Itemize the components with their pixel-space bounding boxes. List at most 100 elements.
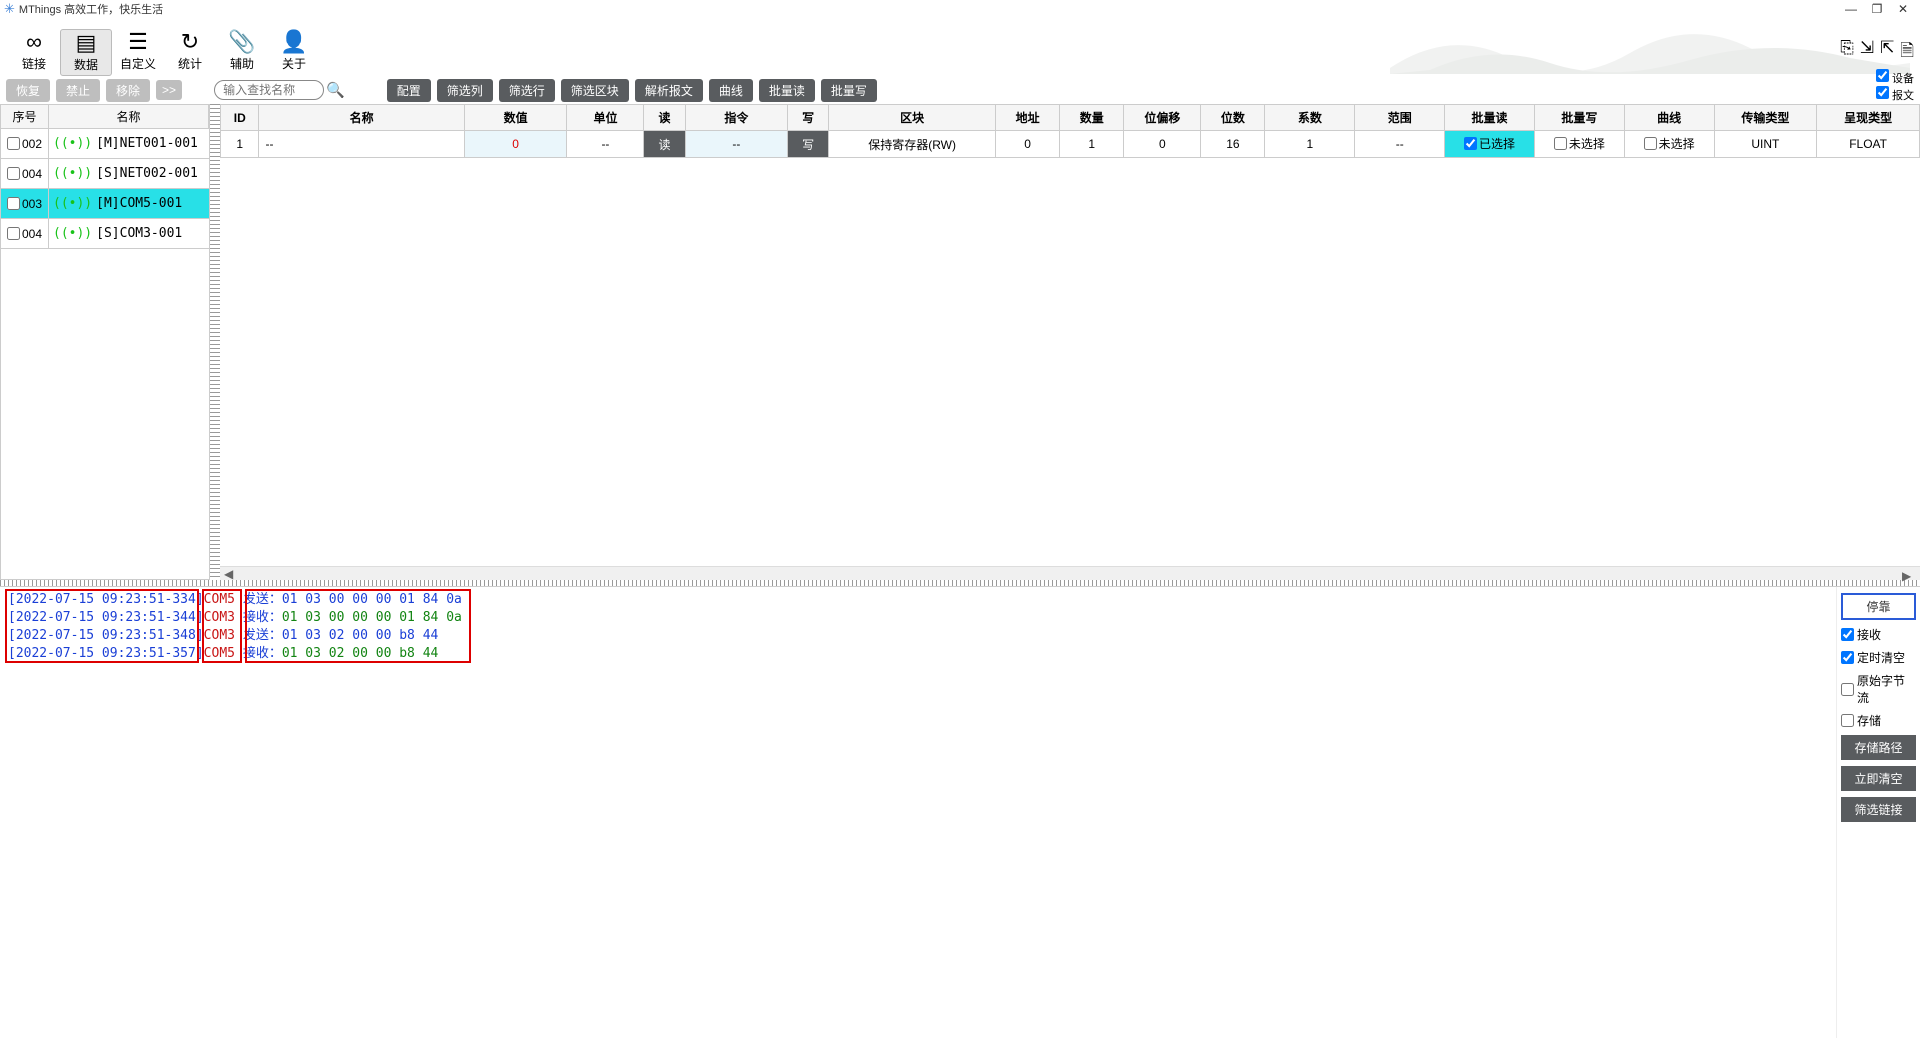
grid-col-header[interactable]: 数值 xyxy=(464,105,567,131)
device-name: [M]NET001-001 xyxy=(96,136,198,151)
grid-col-header[interactable]: 范围 xyxy=(1355,105,1445,131)
grid-col-header[interactable]: 写 xyxy=(788,105,829,131)
scroll-left-icon[interactable]: ◀ xyxy=(224,567,233,581)
device-checkbox[interactable] xyxy=(7,197,20,210)
forbid-button[interactable]: 禁止 xyxy=(56,79,100,102)
grid-col-header[interactable]: 区块 xyxy=(829,105,996,131)
toolbar-btn-0[interactable]: 配置 xyxy=(387,79,431,102)
device-seq: 003 xyxy=(22,197,42,211)
dock-button[interactable]: 停靠 xyxy=(1841,593,1916,620)
toolbar-btn-6[interactable]: 批量读 xyxy=(759,79,815,102)
cell-block: 保持寄存器(RW) xyxy=(829,131,996,158)
device-list-item[interactable]: 002 ((•)) [M]NET001-001 xyxy=(1,129,209,159)
tab-icon: 👤 xyxy=(268,29,320,55)
filter-link-button[interactable]: 筛选链接 xyxy=(1841,797,1916,822)
cell-curve[interactable]: 未选择 xyxy=(1624,131,1714,158)
go-button[interactable]: >> xyxy=(156,80,182,100)
device-list-item[interactable]: 003((•))[M]COM5-001 xyxy=(1,189,209,219)
window-close-button[interactable]: ✕ xyxy=(1890,2,1916,16)
header-tab-0[interactable]: ∞链接 xyxy=(8,29,60,76)
header-action-icon-0[interactable]: ⎘ xyxy=(1840,38,1854,67)
cell-id: 1 xyxy=(221,131,259,158)
window-maximize-button[interactable]: ❐ xyxy=(1864,2,1890,16)
toolbar-btn-2[interactable]: 筛选行 xyxy=(499,79,555,102)
grid-col-header[interactable]: 名称 xyxy=(259,105,464,131)
data-grid[interactable]: ID名称数值单位读指令写区块地址数量位偏移位数系数范围批量读批量写曲线传输类型呈… xyxy=(220,104,1920,566)
toolbar-btn-5[interactable]: 曲线 xyxy=(709,79,753,102)
window-minimize-button[interactable]: — xyxy=(1838,2,1864,16)
titlebar: ✳ MThings 高效工作，快乐生活 — ❐ ✕ xyxy=(0,0,1920,18)
restore-button[interactable]: 恢复 xyxy=(6,79,50,102)
check-device[interactable]: 设备 xyxy=(1876,69,1914,86)
device-checkbox[interactable] xyxy=(7,167,20,180)
device-name: [S]COM3-001 xyxy=(96,226,182,241)
cell-disptype: FLOAT xyxy=(1817,131,1920,158)
write-button[interactable]: 写 xyxy=(788,131,829,158)
cell-batchread[interactable]: 已选择 xyxy=(1445,131,1535,158)
scroll-right-icon[interactable]: ▶ xyxy=(1902,569,1916,579)
tab-icon: ∞ xyxy=(8,29,60,55)
grid-col-header[interactable]: 指令 xyxy=(685,105,788,131)
grid-col-header[interactable]: 单位 xyxy=(567,105,644,131)
device-name: [M]COM5-001 xyxy=(96,196,182,211)
check-rawbytes[interactable]: 原始字节流 xyxy=(1841,672,1916,706)
search-input[interactable] xyxy=(214,80,324,100)
cell-qty: 1 xyxy=(1060,131,1124,158)
grid-col-header[interactable]: 位偏移 xyxy=(1124,105,1201,131)
signal-icon: ((•)) xyxy=(53,136,92,151)
store-path-button[interactable]: 存储路径 xyxy=(1841,735,1916,760)
device-list-item[interactable]: 004((•))[S]COM3-001 xyxy=(1,219,209,249)
header-action-icon-1[interactable]: ⇲ xyxy=(1860,38,1874,67)
grid-col-header[interactable]: 批量写 xyxy=(1534,105,1624,131)
toolbar-btn-4[interactable]: 解析报文 xyxy=(635,79,703,102)
toolbar-btn-3[interactable]: 筛选区块 xyxy=(561,79,629,102)
header-tab-5[interactable]: 👤关于 xyxy=(268,29,320,76)
toolbar-btn-1[interactable]: 筛选列 xyxy=(437,79,493,102)
grid-col-header[interactable]: 呈现类型 xyxy=(1817,105,1920,131)
cell-range: -- xyxy=(1355,131,1445,158)
clear-now-button[interactable]: 立即清空 xyxy=(1841,766,1916,791)
cell-unit: -- xyxy=(567,131,644,158)
horizontal-scrollbar[interactable]: ◀ ▶ xyxy=(220,566,1920,580)
header-tab-1[interactable]: ▤数据 xyxy=(60,29,112,76)
check-message[interactable]: 报文 xyxy=(1876,86,1914,103)
device-seq: 002 xyxy=(22,137,42,151)
app-logo-icon: ✳ xyxy=(4,1,15,17)
log-panel[interactable]: [2022-07-15 09:23:51-334]COM5 发送：01 03 0… xyxy=(0,587,1836,1038)
grid-col-header[interactable]: 传输类型 xyxy=(1714,105,1817,131)
check-recv[interactable]: 接收 xyxy=(1841,626,1916,643)
cell-coef: 1 xyxy=(1265,131,1355,158)
check-store[interactable]: 存储 xyxy=(1841,712,1916,729)
grid-col-header[interactable]: 读 xyxy=(644,105,685,131)
grid-col-header[interactable]: 数量 xyxy=(1060,105,1124,131)
cell-batchwrite[interactable]: 未选择 xyxy=(1534,131,1624,158)
toolbar-btn-7[interactable]: 批量写 xyxy=(821,79,877,102)
tab-icon: ▤ xyxy=(61,30,111,56)
device-checkbox[interactable] xyxy=(7,227,20,240)
device-list-item[interactable]: 004((•))[S]NET002-001 xyxy=(1,159,209,189)
cell-value[interactable]: 0 xyxy=(464,131,567,158)
header-action-icon-2[interactable]: ⇱ xyxy=(1880,38,1894,67)
col-seq-header: 序号 xyxy=(1,105,49,128)
grid-col-header[interactable]: 批量读 xyxy=(1445,105,1535,131)
header-action-icon-3[interactable]: 🗎 xyxy=(1900,38,1914,67)
read-button[interactable]: 读 xyxy=(644,131,685,158)
device-list-panel: 序号 名称 002((•))[M]NET001-001 004((•))[S]N… xyxy=(0,104,210,580)
remove-button[interactable]: 移除 xyxy=(106,79,150,102)
header-tab-3[interactable]: ↻统计 xyxy=(164,29,216,76)
header-tab-4[interactable]: 📎辅助 xyxy=(216,29,268,76)
vertical-splitter[interactable] xyxy=(210,104,220,580)
search-icon[interactable]: 🔍 xyxy=(326,81,345,99)
cell-cmd[interactable]: -- xyxy=(685,131,788,158)
grid-col-header[interactable]: 系数 xyxy=(1265,105,1355,131)
check-autoclear[interactable]: 定时清空 xyxy=(1841,649,1916,666)
header-tab-2[interactable]: ☰自定义 xyxy=(112,29,164,76)
grid-col-header[interactable]: 地址 xyxy=(996,105,1060,131)
grid-col-header[interactable]: 位数 xyxy=(1201,105,1265,131)
cell-addr: 0 xyxy=(996,131,1060,158)
grid-col-header[interactable]: 曲线 xyxy=(1624,105,1714,131)
device-checkbox[interactable] xyxy=(7,137,20,150)
tab-icon: ↻ xyxy=(164,29,216,55)
grid-col-header[interactable]: ID xyxy=(221,105,259,131)
signal-icon: ((•)) xyxy=(53,226,92,241)
